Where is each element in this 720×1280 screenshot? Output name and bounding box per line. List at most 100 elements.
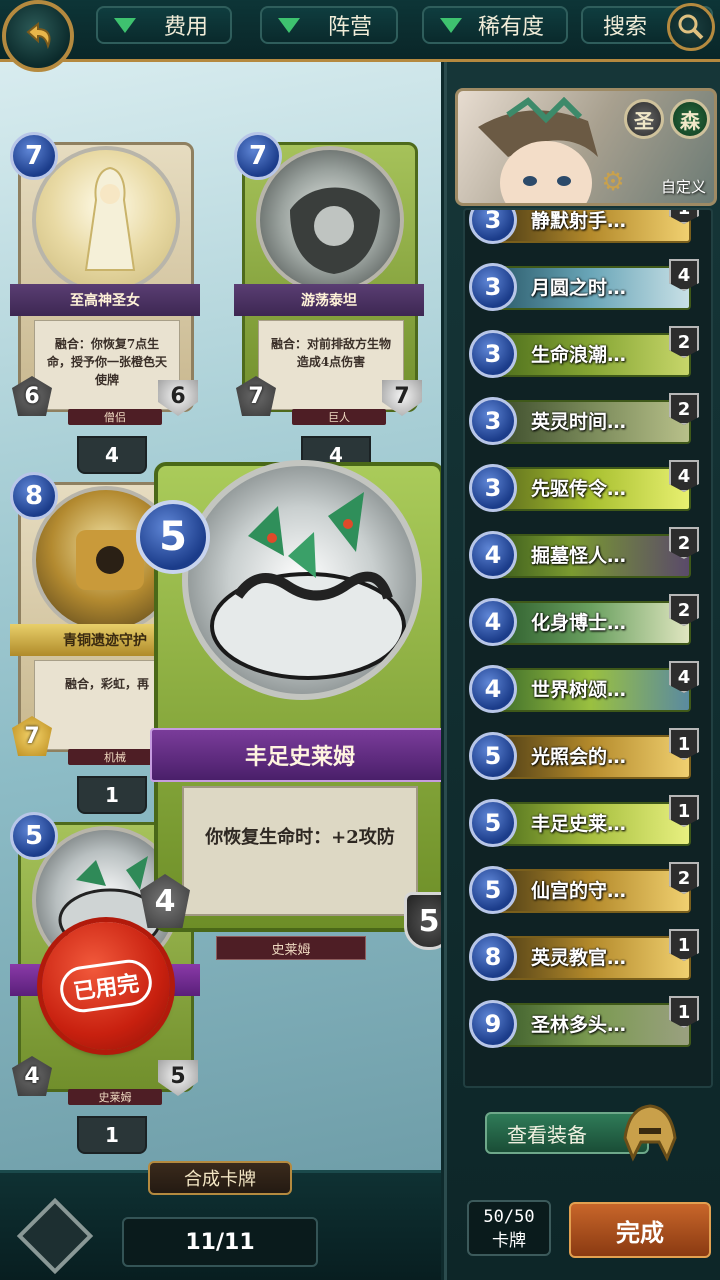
search-icon <box>667 3 715 51</box>
deck-row-cost: 4 <box>469 665 517 713</box>
back-arrow-icon <box>26 21 51 50</box>
rarity-filter-button[interactable]: 稀有度 <box>422 6 568 44</box>
deck-row-name: 光照会的… <box>531 746 627 768</box>
deck-row[interactable]: 生命浪潮… 3 2 <box>469 324 699 382</box>
deck-row-cost: 3 <box>469 330 517 378</box>
deck-count-value: 50/50 <box>483 1207 535 1227</box>
deck-row-name: 圣林多头… <box>531 1014 627 1036</box>
preview-art <box>182 460 422 700</box>
faction-holy-badge: 圣 <box>624 99 664 139</box>
preview-cost: 5 <box>136 500 210 574</box>
dropdown-triangle-icon <box>114 17 136 33</box>
deck-row-cost: 3 <box>469 397 517 445</box>
row-bar: 掘墓怪人… <box>491 534 691 578</box>
top-bar: 费用 阵营 稀有度 搜索 <box>0 0 720 72</box>
card-cost: 7 <box>10 132 58 180</box>
hero-custom-label: 自定义 <box>660 178 706 196</box>
row-bar: 光照会的… <box>491 735 691 779</box>
deck-row[interactable]: 月圆之时… 3 4 <box>469 257 699 315</box>
preview-health: 5 <box>404 892 441 950</box>
collection-card[interactable]: 7 游荡泰坦 融合：对前排敌方生物造成4点伤害 7 7 巨人 4 <box>234 132 424 474</box>
card-collection: 7 至高神圣女 融合：你恢复7点生命，授予你一张橙色天使牌 6 6 僧侣 4 7… <box>0 62 441 1170</box>
row-bar: 世界树颂… <box>491 668 691 712</box>
deck-row-name: 化身博士… <box>531 612 627 634</box>
deck-row[interactable]: 英灵教官… 8 1 <box>469 927 699 985</box>
hero-face-image <box>478 97 598 203</box>
card-type: 巨人 <box>292 409 386 425</box>
hero-portrait[interactable]: 圣 森 ⚙ 自定义 <box>455 88 717 206</box>
search-label: 搜索 <box>603 15 648 40</box>
deck-row[interactable]: 静默射手… 3 1 <box>469 210 699 248</box>
deck-row[interactable]: 先驱传令… 3 4 <box>469 458 699 516</box>
helmet-icon[interactable] <box>615 1098 685 1168</box>
row-bar: 英灵教官… <box>491 936 691 980</box>
deck-row[interactable]: 英灵时间… 3 2 <box>469 391 699 449</box>
deck-count-box: 50/50 卡牌 <box>467 1200 551 1256</box>
deck-row-name: 静默射手… <box>531 210 627 232</box>
deck-row-name: 先驱传令… <box>531 478 627 500</box>
page-indicator: 11/11 <box>122 1217 318 1267</box>
row-bar: 丰足史莱… <box>491 802 691 846</box>
card-type: 史莱姆 <box>68 1089 162 1105</box>
row-bar: 圣林多头… <box>491 1003 691 1047</box>
deck-row[interactable]: 圣林多头… 9 1 <box>469 994 699 1052</box>
card-cost: 5 <box>10 812 58 860</box>
dropdown-triangle-icon <box>278 17 300 33</box>
deck-row-name: 世界树颂… <box>531 679 627 701</box>
deck-count-label: 卡牌 <box>492 1231 526 1251</box>
deck-row-name: 仙宫的守… <box>531 880 627 902</box>
card-preview[interactable]: 5 丰足史莱姆 你恢复生命时：+2攻防 4 5 史莱姆 <box>134 440 441 960</box>
craft-card-button[interactable]: 合成卡牌 <box>148 1161 292 1195</box>
diamond-menu-icon[interactable] <box>16 1197 94 1275</box>
deck-row-cost: 3 <box>469 464 517 512</box>
deck-row[interactable]: 丰足史莱… 5 1 <box>469 793 699 851</box>
deck-row-cost: 4 <box>469 531 517 579</box>
cost-filter-button[interactable]: 费用 <box>96 6 232 44</box>
deck-row-cost: 9 <box>469 1000 517 1048</box>
row-bar: 先驱传令… <box>491 467 691 511</box>
deck-row-name: 英灵时间… <box>531 411 627 433</box>
faction-forest-badge: 森 <box>670 99 710 139</box>
deck-row-cost: 5 <box>469 732 517 780</box>
collection-card[interactable]: 7 至高神圣女 融合：你恢复7点生命，授予你一张橙色天使牌 6 6 僧侣 4 <box>10 132 200 474</box>
deck-panel: 圣 森 ⚙ 自定义 静默射手… 3 1 月圆之时… 3 4 生命浪潮… 3 2 … <box>444 62 720 1280</box>
card-name: 游荡泰坦 <box>234 284 424 316</box>
row-bar: 仙宫的守… <box>491 869 691 913</box>
rarity-filter-label: 稀有度 <box>478 15 545 40</box>
faction-filter-button[interactable]: 阵营 <box>260 6 398 44</box>
card-cost: 7 <box>234 132 282 180</box>
deck-row-cost: 4 <box>469 598 517 646</box>
row-bar: 生命浪潮… <box>491 333 691 377</box>
deck-row-cost: 3 <box>469 263 517 311</box>
preview-type: 史莱姆 <box>216 936 366 960</box>
used-up-stamp: 已用完 <box>42 922 170 1050</box>
deck-row[interactable]: 化身博士… 4 2 <box>469 592 699 650</box>
back-button[interactable] <box>2 0 74 72</box>
deck-row-cost: 5 <box>469 866 517 914</box>
preview-name: 丰足史莱姆 <box>150 728 441 782</box>
row-bar: 月圆之时… <box>491 266 691 310</box>
preview-text: 你恢复生命时：+2攻防 <box>182 786 418 916</box>
deck-row-name: 生命浪潮… <box>531 344 627 366</box>
deck-row[interactable]: 仙宫的守… 5 2 <box>469 860 699 918</box>
deck-row-name: 英灵教官… <box>531 947 627 969</box>
deck-card-list[interactable]: 静默射手… 3 1 月圆之时… 3 4 生命浪潮… 3 2 英灵时间… 3 2 … <box>463 208 713 1088</box>
card-type: 僧侣 <box>68 409 162 425</box>
deck-row[interactable]: 掘墓怪人… 4 2 <box>469 525 699 583</box>
gear-icon[interactable]: ⚙ <box>598 167 628 197</box>
row-bar: 英灵时间… <box>491 400 691 444</box>
deck-row-name: 掘墓怪人… <box>531 545 627 567</box>
card-owned-count: 1 <box>77 1116 147 1154</box>
deck-row[interactable]: 光照会的… 5 1 <box>469 726 699 784</box>
deck-row-cost: 8 <box>469 933 517 981</box>
deck-row-name: 丰足史莱… <box>531 813 627 835</box>
deck-row-name: 月圆之时… <box>531 277 627 299</box>
row-bar: 化身博士… <box>491 601 691 645</box>
dropdown-triangle-icon <box>440 17 462 33</box>
card-name: 至高神圣女 <box>10 284 200 316</box>
card-cost: 8 <box>10 472 58 520</box>
done-button[interactable]: 完成 <box>569 1202 711 1258</box>
search-button[interactable]: 搜索 <box>581 3 715 51</box>
deck-row[interactable]: 世界树颂… 4 4 <box>469 659 699 717</box>
faction-filter-label: 阵营 <box>328 15 373 40</box>
